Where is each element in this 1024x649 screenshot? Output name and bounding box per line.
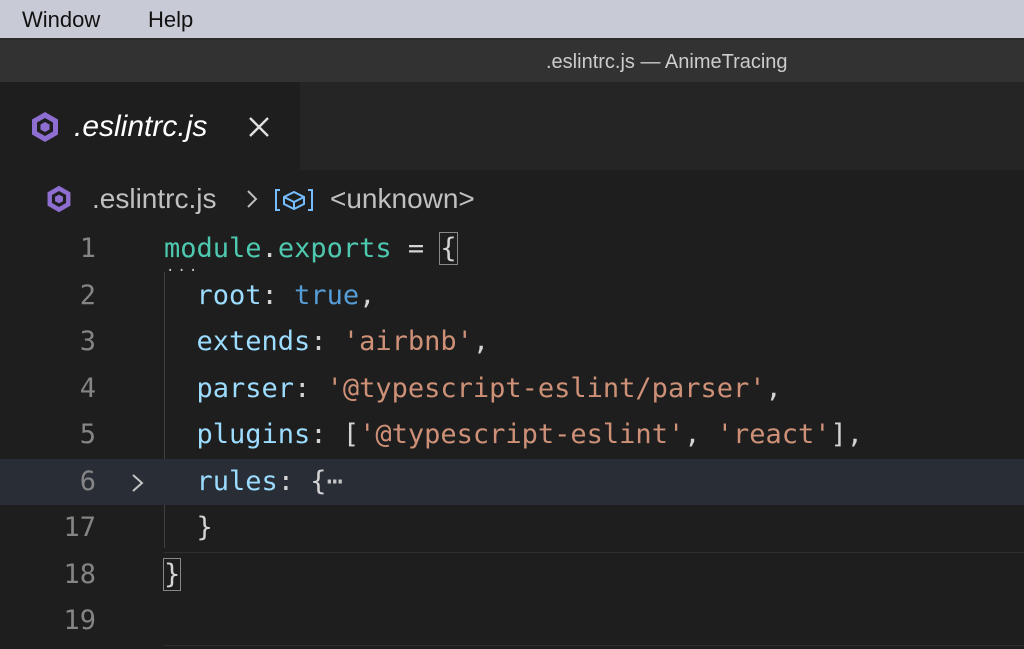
code-text: rules: {⋯ (164, 463, 343, 501)
title-bar: .eslintrc.js — AnimeTracing (0, 40, 1024, 82)
fold-chevron-icon[interactable] (128, 471, 148, 495)
code-editor[interactable]: ··· 1 module.exports = {2 root: true, 3 ex… (0, 226, 1024, 649)
code-line[interactable]: 18} (0, 552, 1024, 598)
line-number: 2 (79, 279, 96, 311)
code-token: , (765, 372, 782, 404)
line-number: 18 (63, 558, 96, 590)
code-text: plugins: ['@typescript-eslint', 'react']… (164, 416, 864, 454)
breadcrumb-symbol[interactable]: <unknown> (330, 182, 475, 216)
line-number: 1 (79, 233, 96, 264)
code-token: rules (196, 465, 278, 497)
code-text: } (162, 556, 182, 594)
code-token: root (196, 279, 262, 311)
code-token: '@typescript-eslint/parser' (326, 372, 766, 404)
code-line[interactable]: 5 plugins: ['@typescript-eslint', 'react… (0, 412, 1024, 458)
breadcrumb-file[interactable]: .eslintrc.js (92, 182, 216, 216)
code-line[interactable]: 17 } (0, 505, 1024, 551)
line-number: 4 (79, 372, 96, 404)
code-line[interactable]: 3 extends: 'airbnb', (0, 319, 1024, 365)
line-number: 17 (63, 512, 96, 543)
tab-eslintrc[interactable]: .eslintrc.js (0, 82, 300, 170)
code-text: } (164, 509, 213, 547)
code-token: 'react' (716, 419, 831, 450)
line-number: 3 (79, 326, 96, 357)
code-token: , (684, 419, 717, 450)
tab-label: .eslintrc.js (74, 110, 208, 143)
code-token: , (472, 326, 490, 357)
code-token: exports (277, 233, 392, 264)
code-line[interactable]: 1 module.exports = { (0, 226, 1024, 272)
code-token: true (294, 279, 360, 311)
code-token: . (261, 233, 278, 264)
code-text: parser: '@typescript-eslint/parser', (164, 370, 782, 408)
code-token: } (164, 512, 213, 543)
code-token: : (294, 372, 327, 404)
code-line[interactable]: 2 root: true, (0, 273, 1024, 319)
menu-window[interactable]: Window (22, 7, 100, 33)
code-token: : { (277, 465, 327, 497)
menu-help[interactable]: Help (148, 7, 193, 33)
tab-strip: .eslintrc.js (0, 82, 1024, 170)
code-text: root: true, (164, 277, 376, 315)
line-number: 6 (79, 465, 96, 497)
chevron-right-icon (244, 188, 260, 210)
code-token: : (310, 326, 343, 357)
code-token: = (391, 233, 441, 264)
line-number: 19 (63, 605, 96, 636)
eslint-file-icon (28, 110, 62, 144)
code-token: : (261, 279, 295, 311)
code-line[interactable]: 19 (0, 598, 1024, 644)
code-line[interactable]: 4 parser: '@typescript-eslint/parser', (0, 366, 1024, 412)
matched-bracket: } (162, 557, 182, 591)
close-icon[interactable] (240, 108, 278, 146)
code-text: module.exports = { (164, 230, 458, 268)
code-line[interactable]: 6 rules: {⋯ (0, 458, 1024, 505)
code-token: : [ (310, 419, 360, 450)
code-text: extends: 'airbnb', (164, 323, 490, 361)
symbol-module-icon (274, 186, 314, 214)
code-token: plugins (196, 419, 311, 450)
code-token: 'airbnb' (342, 326, 473, 357)
code-token: parser (196, 372, 295, 404)
menu-bar: Window Help (0, 0, 1024, 40)
breadcrumb: .eslintrc.js <unknown> (0, 170, 1024, 226)
code-token: extends (196, 326, 311, 357)
code-token: ], (830, 419, 864, 450)
line-highlight-border (164, 551, 1024, 553)
line-number: 5 (79, 419, 96, 450)
eslint-file-icon (44, 184, 74, 214)
code-token: module (164, 233, 262, 264)
line-highlight-border (164, 644, 1024, 646)
code-token: '@typescript-eslint' (359, 419, 685, 450)
window-title: .eslintrc.js — AnimeTracing (546, 51, 788, 73)
code-token: , (359, 279, 376, 311)
code-token: ⋯ (326, 465, 343, 497)
matched-bracket: { (439, 232, 458, 265)
